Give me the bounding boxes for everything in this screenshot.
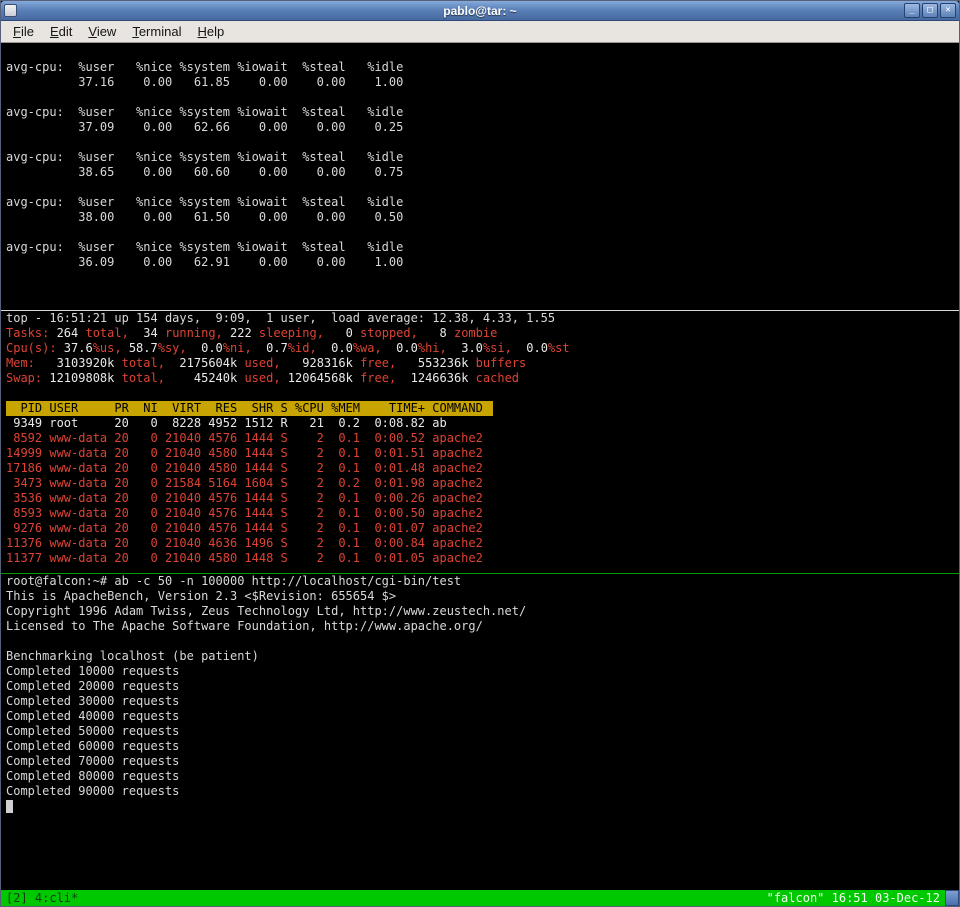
iostat-line: avg-cpu: %user %nice %system %iowait %st… <box>1 60 959 75</box>
iostat-line <box>1 225 959 240</box>
apachebench-pane: root@falcon:~# ab -c 50 -n 100000 http:/… <box>1 574 959 890</box>
status-window-list: [2] 4:cli* <box>6 891 78 905</box>
top-summary-line <box>1 386 959 401</box>
iostat-line: 36.09 0.00 62.91 0.00 0.00 1.00 <box>1 255 959 270</box>
iostat-line: avg-cpu: %user %nice %system %iowait %st… <box>1 105 959 120</box>
top-process-row: 9276 www-data 20 0 21040 4576 1444 S 2 0… <box>1 521 959 536</box>
iostat-line <box>1 90 959 105</box>
menu-edit[interactable]: Edit <box>42 22 80 41</box>
window-title: pablo@tar: ~ <box>1 4 959 18</box>
top-summary-line: Tasks: 264 total, 34 running, 222 sleepi… <box>1 326 959 341</box>
menu-help[interactable]: Help <box>189 22 232 41</box>
ab-line: Completed 90000 requests <box>1 784 959 799</box>
ab-line: This is ApacheBench, Version 2.3 <$Revis… <box>1 589 959 604</box>
apachebench-output: root@falcon:~# ab -c 50 -n 100000 http:/… <box>1 574 959 799</box>
top-process-list: 9349 root 20 0 8228 4952 1512 R 21 0.2 0… <box>1 416 959 566</box>
ab-line: Completed 10000 requests <box>1 664 959 679</box>
iostat-line: 37.16 0.00 61.85 0.00 0.00 1.00 <box>1 75 959 90</box>
top-process-row: 17186 www-data 20 0 21040 4580 1444 S 2 … <box>1 461 959 476</box>
top-process-row: 3536 www-data 20 0 21040 4576 1444 S 2 0… <box>1 491 959 506</box>
ab-line: Completed 50000 requests <box>1 724 959 739</box>
iostat-line: avg-cpu: %user %nice %system %iowait %st… <box>1 195 959 210</box>
top-process-row: 8593 www-data 20 0 21040 4576 1444 S 2 0… <box>1 506 959 521</box>
iostat-line: avg-cpu: %user %nice %system %iowait %st… <box>1 150 959 165</box>
top-pane: top - 16:51:21 up 154 days, 9:09, 1 user… <box>1 311 959 573</box>
iostat-pane: avg-cpu: %user %nice %system %iowait %st… <box>1 43 959 310</box>
iostat-line <box>1 180 959 195</box>
top-summary-line: top - 16:51:21 up 154 days, 9:09, 1 user… <box>1 311 959 326</box>
top-process-row: 11376 www-data 20 0 21040 4636 1496 S 2 … <box>1 536 959 551</box>
ab-line: Benchmarking localhost (be patient) <box>1 649 959 664</box>
iostat-line <box>1 135 959 150</box>
ab-line: Completed 70000 requests <box>1 754 959 769</box>
menubar: File Edit View Terminal Help <box>1 21 959 43</box>
ab-line: Completed 20000 requests <box>1 679 959 694</box>
iostat-line: 37.09 0.00 62.66 0.00 0.00 0.25 <box>1 120 959 135</box>
ab-line: Completed 40000 requests <box>1 709 959 724</box>
ab-line: Copyright 1996 Adam Twiss, Zeus Technolo… <box>1 604 959 619</box>
terminal-window: pablo@tar: ~ _ □ ✕ File Edit View Termin… <box>0 0 960 907</box>
menu-terminal[interactable]: Terminal <box>124 22 189 41</box>
close-button[interactable]: ✕ <box>940 3 956 18</box>
ab-line: root@falcon:~# ab -c 50 -n 100000 http:/… <box>1 574 959 589</box>
top-process-row: 8592 www-data 20 0 21040 4576 1444 S 2 0… <box>1 431 959 446</box>
screen-status-bar: [2] 4:cli* "falcon" 16:51 03-Dec-12 <box>1 890 945 906</box>
iostat-line: 38.65 0.00 60.60 0.00 0.00 0.75 <box>1 165 959 180</box>
top-summary-line: Cpu(s): 37.6%us, 58.7%sy, 0.0%ni, 0.7%id… <box>1 341 959 356</box>
iostat-line: 38.00 0.00 61.50 0.00 0.00 0.50 <box>1 210 959 225</box>
top-process-row: 14999 www-data 20 0 21040 4580 1444 S 2 … <box>1 446 959 461</box>
window-controls: _ □ ✕ <box>904 3 956 18</box>
ab-line: Completed 80000 requests <box>1 769 959 784</box>
minimize-button[interactable]: _ <box>904 3 920 18</box>
ab-line: Completed 30000 requests <box>1 694 959 709</box>
scrollbar-down-button[interactable] <box>945 890 959 906</box>
iostat-line <box>1 45 959 60</box>
status-host-clock: "falcon" 16:51 03-Dec-12 <box>767 891 940 905</box>
top-summary-line: Swap: 12109808k total, 45240k used, 1206… <box>1 371 959 386</box>
ab-line: Completed 60000 requests <box>1 739 959 754</box>
top-process-row: 11377 www-data 20 0 21040 4580 1448 S 2 … <box>1 551 959 566</box>
top-header-row: PID USER PR NI VIRT RES SHR S %CPU %MEM … <box>6 401 493 416</box>
top-process-row: 9349 root 20 0 8228 4952 1512 R 21 0.2 0… <box>1 416 959 431</box>
top-summary-line: Mem: 3103920k total, 2175604k used, 9283… <box>1 356 959 371</box>
titlebar[interactable]: pablo@tar: ~ _ □ ✕ <box>1 1 959 21</box>
terminal-screen[interactable]: avg-cpu: %user %nice %system %iowait %st… <box>1 43 959 890</box>
menu-view[interactable]: View <box>80 22 124 41</box>
terminal-cursor <box>6 800 13 813</box>
bottom-row: [2] 4:cli* "falcon" 16:51 03-Dec-12 <box>1 890 959 906</box>
ab-line <box>1 634 959 649</box>
menu-file[interactable]: File <box>5 22 42 41</box>
iostat-line: avg-cpu: %user %nice %system %iowait %st… <box>1 240 959 255</box>
maximize-button[interactable]: □ <box>922 3 938 18</box>
top-process-row: 3473 www-data 20 0 21584 5164 1604 S 2 0… <box>1 476 959 491</box>
top-summary: top - 16:51:21 up 154 days, 9:09, 1 user… <box>1 311 959 401</box>
ab-line: Licensed to The Apache Software Foundati… <box>1 619 959 634</box>
